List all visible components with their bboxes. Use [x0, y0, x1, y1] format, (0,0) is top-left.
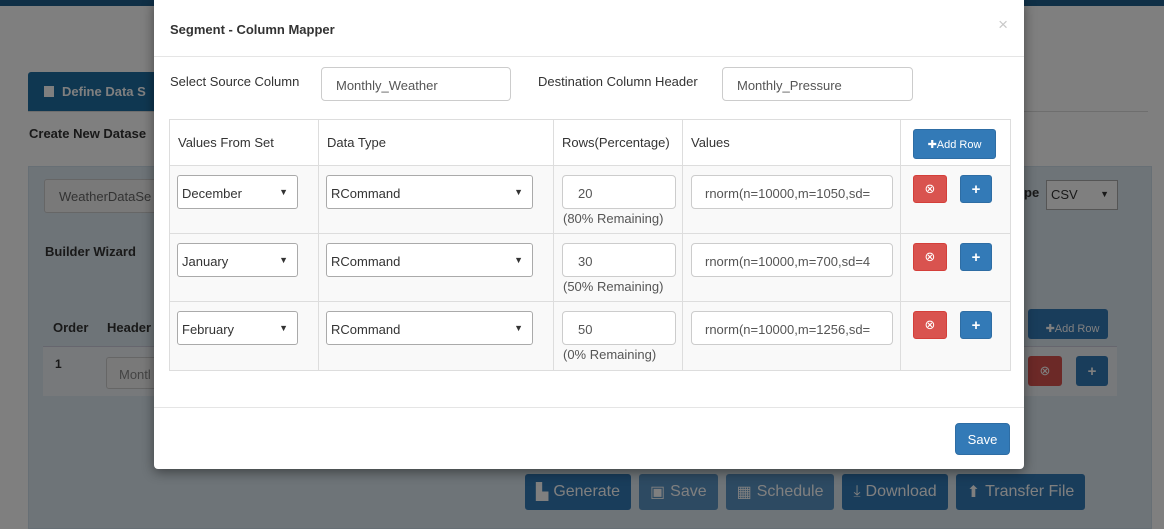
caret-down-icon: ▼ — [514, 323, 523, 333]
source-column-label: Select Source Column — [170, 74, 300, 89]
delete-row-button[interactable]: ⊗ — [913, 243, 947, 271]
remaining-text: (50% Remaining) — [563, 279, 664, 294]
type-cell: RCommand ▼ — [319, 234, 554, 301]
plus-icon: + — [971, 316, 981, 334]
data-type-value: RCommand — [331, 322, 401, 337]
mapper-table: Values From Set Data Type Rows(Percentag… — [169, 119, 1011, 371]
source-column-input[interactable]: Monthly_Weather — [321, 67, 511, 101]
remaining-text: (80% Remaining) — [563, 211, 664, 226]
set-value: January — [182, 254, 229, 269]
modal-header-divider — [154, 56, 1024, 57]
delete-row-button[interactable]: ⊗ — [913, 311, 947, 339]
caret-down-icon: ▼ — [279, 187, 288, 197]
caret-down-icon: ▼ — [279, 323, 288, 333]
column-mapper-modal: Segment - Column Mapper × Select Source … — [154, 0, 1024, 469]
row-actions-cell: ⊗ + — [901, 166, 1010, 233]
caret-down-icon: ▼ — [514, 255, 523, 265]
set-value: February — [182, 322, 235, 337]
data-type-header: Data Type — [319, 120, 554, 165]
data-type-select[interactable]: RCommand ▼ — [326, 311, 533, 345]
row-actions-cell: ⊗ + — [901, 302, 1010, 370]
values-cell: rnorm(n=10000,m=1256,sd= — [683, 302, 901, 370]
type-cell: RCommand ▼ — [319, 302, 554, 370]
values-cell: rnorm(n=10000,m=1050,sd= — [683, 166, 901, 233]
remove-circle-icon: ⊗ — [924, 181, 936, 197]
data-type-select[interactable]: RCommand ▼ — [326, 175, 533, 209]
add-row-label: Add Row — [936, 138, 982, 151]
values-input[interactable]: rnorm(n=10000,m=700,sd=4 — [691, 243, 893, 277]
table-row: January ▼ RCommand ▼ 30 (50% Remaining) rn… — [170, 234, 1010, 302]
table-row: February ▼ RCommand ▼ 50 (0% Remaining) rn… — [170, 302, 1010, 370]
percentage-cell: 50 (0% Remaining) — [554, 302, 683, 370]
rows-percentage-input[interactable]: 50 — [562, 311, 676, 345]
values-input[interactable]: rnorm(n=10000,m=1256,sd= — [691, 311, 893, 345]
rows-percentage-header: Rows(Percentage) — [554, 120, 683, 165]
type-cell: RCommand ▼ — [319, 166, 554, 233]
data-type-select[interactable]: RCommand ▼ — [326, 243, 533, 277]
save-button[interactable]: Save — [955, 423, 1010, 455]
set-value: December — [182, 186, 242, 201]
destination-header-label: Destination Column Header — [538, 74, 698, 89]
values-input[interactable]: rnorm(n=10000,m=1050,sd= — [691, 175, 893, 209]
data-type-value: RCommand — [331, 186, 401, 201]
table-row: December ▼ RCommand ▼ 20 (80% Remaining) r… — [170, 166, 1010, 234]
remove-circle-icon: ⊗ — [924, 249, 936, 265]
percentage-cell: 20 (80% Remaining) — [554, 166, 683, 233]
add-row-cell: ✚Add Row — [901, 120, 1010, 165]
percentage-cell: 30 (50% Remaining) — [554, 234, 683, 301]
add-row-button[interactable]: ✚Add Row — [913, 129, 996, 159]
plus-icon: + — [971, 248, 981, 266]
insert-row-button[interactable]: + — [960, 243, 992, 271]
modal-footer-divider — [154, 407, 1024, 408]
values-from-set-select[interactable]: February ▼ — [177, 311, 298, 345]
modal-title: Segment - Column Mapper — [170, 22, 335, 37]
remaining-text: (0% Remaining) — [563, 347, 657, 362]
values-from-set-select[interactable]: January ▼ — [177, 243, 298, 277]
set-cell: January ▼ — [170, 234, 319, 301]
delete-row-button[interactable]: ⊗ — [913, 175, 947, 203]
close-button[interactable]: × — [998, 16, 1008, 33]
insert-row-button[interactable]: + — [960, 311, 992, 339]
set-cell: December ▼ — [170, 166, 319, 233]
rows-percentage-input[interactable]: 30 — [562, 243, 676, 277]
plus-icon: + — [971, 180, 981, 198]
rows-percentage-input[interactable]: 20 — [562, 175, 676, 209]
table-header-row: Values From Set Data Type Rows(Percentag… — [170, 120, 1010, 166]
destination-header-input[interactable]: Monthly_Pressure — [722, 67, 913, 101]
values-from-set-select[interactable]: December ▼ — [177, 175, 298, 209]
values-header: Values — [683, 120, 901, 165]
caret-down-icon: ▼ — [514, 187, 523, 197]
caret-down-icon: ▼ — [279, 255, 288, 265]
data-type-value: RCommand — [331, 254, 401, 269]
remove-circle-icon: ⊗ — [924, 317, 936, 333]
values-from-set-header: Values From Set — [170, 120, 319, 165]
row-actions-cell: ⊗ + — [901, 234, 1010, 301]
values-cell: rnorm(n=10000,m=700,sd=4 — [683, 234, 901, 301]
insert-row-button[interactable]: + — [960, 175, 992, 203]
set-cell: February ▼ — [170, 302, 319, 370]
plus-icon: ✚ — [927, 138, 937, 151]
